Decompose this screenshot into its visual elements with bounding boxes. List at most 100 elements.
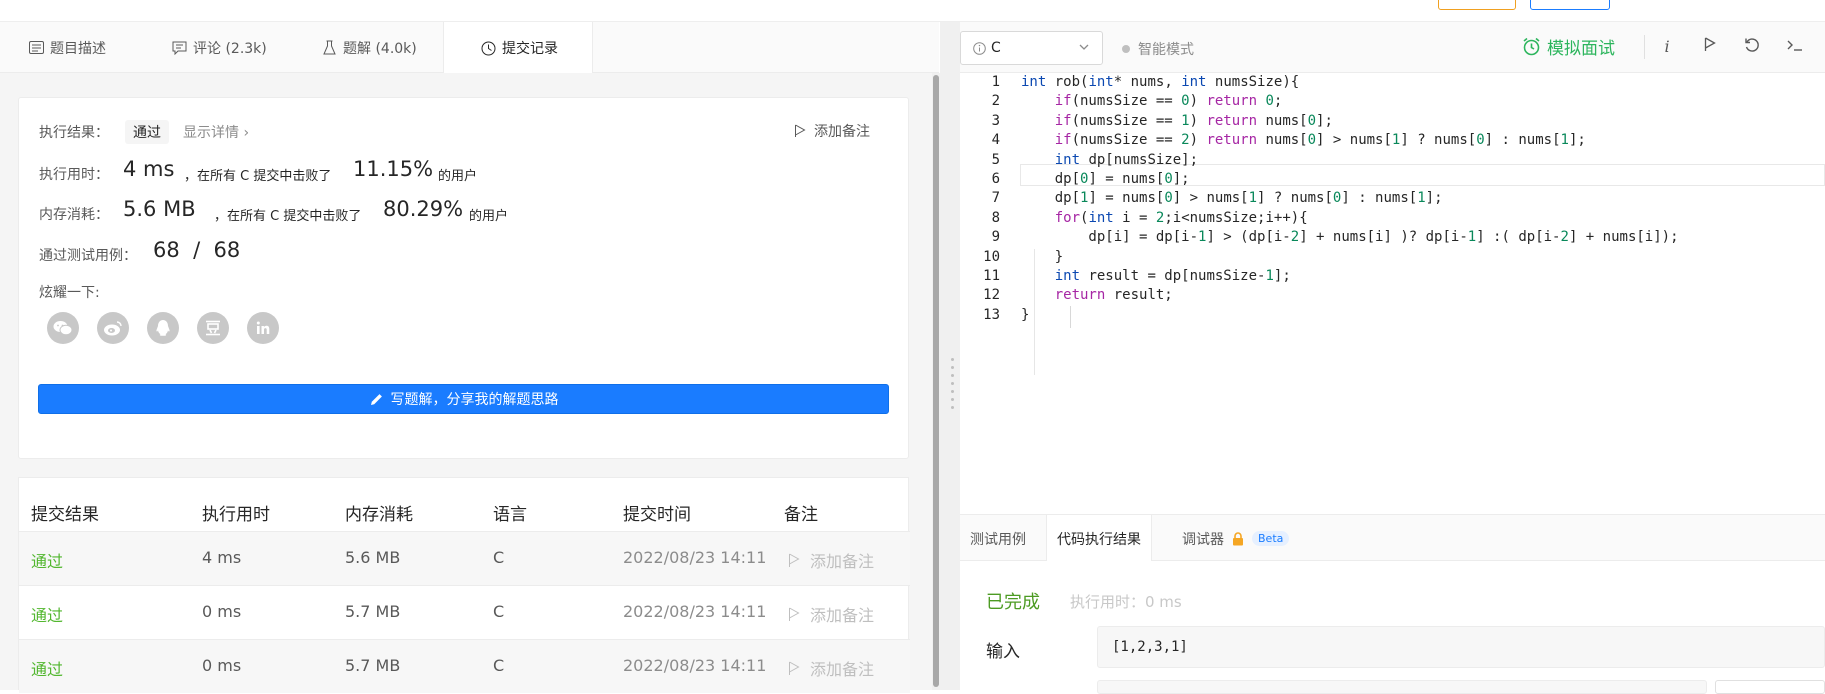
- plan-button[interactable]: [1530, 0, 1610, 10]
- info-icon[interactable]: i: [1657, 37, 1677, 56]
- smart-mode-label: 智能模式: [1138, 42, 1194, 58]
- code-line: }: [1021, 248, 1064, 265]
- row-memory: 5.7 MB: [345, 602, 401, 621]
- info-circle-icon: [971, 40, 987, 56]
- tab-run-result[interactable]: 代码执行结果: [1046, 515, 1152, 563]
- reset-icon[interactable]: [1742, 37, 1762, 57]
- table-row[interactable]: 通过 0 ms 5.7 MB C 2022/08/23 14:11 添加备注: [19, 585, 910, 639]
- code-line: int result = dp[numsSize-1];: [1054, 268, 1291, 284]
- console-icon[interactable]: [1785, 37, 1805, 56]
- share-label: 炫耀一下:: [39, 285, 100, 301]
- mock-interview-label: 模拟面试: [1547, 39, 1615, 59]
- flag-icon: [786, 606, 802, 622]
- code-line: if(numsSize == 0) return 0;: [1054, 93, 1283, 110]
- code-line: }: [1021, 306, 1030, 323]
- pencil-icon: [369, 391, 385, 407]
- tab-comments[interactable]: 评论 (2.3k): [143, 22, 293, 73]
- table-header: 提交结果: [31, 505, 99, 525]
- row-memory: 5.6 MB: [345, 548, 401, 567]
- flag-icon: [792, 123, 808, 139]
- grip-dot: [951, 390, 954, 393]
- table-row[interactable]: 通过 0 ms 5.7 MB C 2022/08/23 14:11 添加备注: [19, 639, 910, 693]
- input-value-box: [1,2,3,1]: [1097, 626, 1825, 668]
- description-icon: [28, 40, 44, 56]
- line-number: 12: [983, 287, 1000, 304]
- tab-label: 评论 (2.3k): [193, 40, 267, 57]
- code-line: for(int i = 2;i<numsSize;i++){: [1054, 209, 1308, 226]
- row-add-note[interactable]: 添加备注: [786, 602, 874, 626]
- code-line: if(numsSize == 2) return nums[0] > nums[…: [1054, 132, 1586, 149]
- grip-dot: [951, 406, 954, 409]
- linkedin-icon[interactable]: [247, 312, 279, 344]
- douban-icon[interactable]: [197, 312, 229, 344]
- line-number: 2: [991, 93, 1000, 110]
- scrollbar-thumb[interactable]: [933, 75, 939, 687]
- mock-interview-button[interactable]: 模拟面试: [1521, 34, 1615, 59]
- comment-icon: [171, 40, 187, 56]
- row-add-note[interactable]: 添加备注: [786, 656, 874, 680]
- tab-label: 提交记录: [502, 41, 558, 57]
- table-header: 提交时间: [623, 505, 691, 525]
- dot-icon: [1122, 45, 1130, 53]
- qq-icon[interactable]: [147, 312, 179, 344]
- line-number: 3: [991, 112, 1000, 129]
- console-output: 已完成 执行用时：0 ms 输入 [1,2,3,1]: [960, 561, 1825, 694]
- tab-solutions[interactable]: 题解 (4.0k): [293, 22, 443, 73]
- row-status[interactable]: 通过: [31, 602, 63, 626]
- flag-icon: [786, 660, 802, 676]
- table-header: 执行用时: [202, 505, 270, 525]
- tab-label: 题目描述: [50, 40, 106, 57]
- write-solution-button[interactable]: 写题解，分享我的解题思路: [38, 384, 889, 414]
- code-line: dp[1] = nums[0] > nums[1] ? nums[0] : nu…: [1021, 190, 1443, 207]
- row-language: C: [493, 602, 505, 621]
- show-details-link[interactable]: 显示详情 ›: [183, 122, 249, 142]
- submission-panel: 执行结果： 通过 显示详情 › 添加备注 执行用时： 4 ms ，在所有 C 提…: [0, 73, 939, 693]
- row-status[interactable]: 通过: [31, 656, 63, 680]
- row-note-label: 添加备注: [810, 660, 875, 679]
- run-exec-time: 执行用时：0 ms: [1070, 593, 1182, 611]
- code-line: int rob(int* nums, int numsSize){: [1021, 74, 1300, 90]
- tab-submissions[interactable]: 提交记录: [443, 22, 593, 74]
- memory-label: 内存消耗：: [39, 207, 109, 223]
- panel-resize-handle[interactable]: [940, 22, 960, 690]
- language-select[interactable]: C: [960, 31, 1103, 65]
- premium-button[interactable]: [1438, 0, 1516, 10]
- weibo-icon[interactable]: [97, 312, 129, 344]
- top-navbar: [0, 0, 1825, 22]
- row-note-label: 添加备注: [810, 552, 875, 571]
- tab-testcase[interactable]: 测试用例: [960, 515, 1036, 562]
- input-value: [1,2,3,1]: [1112, 639, 1188, 655]
- grip-dot: [951, 382, 954, 385]
- code-line: if(numsSize == 1) return nums[0];: [1054, 112, 1333, 129]
- row-add-note[interactable]: 添加备注: [786, 548, 874, 572]
- row-memory: 5.7 MB: [345, 656, 401, 675]
- wechat-icon[interactable]: [47, 312, 79, 344]
- chevron-down-icon: [1078, 41, 1090, 57]
- grip-dot: [951, 358, 954, 361]
- tab-description[interactable]: 题目描述: [0, 22, 143, 73]
- toolbar-divider: [1644, 35, 1645, 59]
- line-number: 11: [983, 268, 1000, 284]
- grip-dot: [951, 398, 954, 401]
- run-icon[interactable]: [1700, 37, 1720, 56]
- row-time: 0 ms: [202, 602, 242, 621]
- code-editor[interactable]: 1 int rob(int* nums, int numsSize){2 if(n…: [960, 73, 1825, 514]
- grip-dot: [951, 366, 954, 369]
- add-note-button[interactable]: 添加备注: [792, 121, 870, 141]
- problem-tabs: 题目描述 评论 (2.3k) 题解 (4.0k) 提交记录: [0, 22, 939, 74]
- run-status: 已完成: [986, 592, 1040, 613]
- row-status[interactable]: 通过: [31, 548, 63, 572]
- result-card: 执行结果： 通过 显示详情 › 添加备注 执行用时： 4 ms ，在所有 C 提…: [18, 97, 909, 459]
- memory-text: ，在所有 C 提交中击败了: [214, 209, 362, 224]
- line-number: 4: [991, 132, 1000, 149]
- smart-mode-toggle[interactable]: 智能模式: [1122, 39, 1194, 59]
- table-row[interactable]: 通过 4 ms 5.6 MB C 2022/08/23 14:11 添加备注: [19, 531, 910, 585]
- row-submitted-time: 2022/08/23 14:11: [623, 602, 767, 621]
- diff-button[interactable]: [1715, 680, 1825, 694]
- tab-debugger[interactable]: 调试器 Beta: [1172, 515, 1299, 562]
- tab-label: 题解 (4.0k): [343, 40, 417, 57]
- alarm-clock-icon: [1521, 37, 1541, 57]
- line-number: 6: [991, 171, 1000, 187]
- row-submitted-time: 2022/08/23 14:11: [623, 656, 767, 675]
- tab-label: 代码执行结果: [1057, 532, 1141, 548]
